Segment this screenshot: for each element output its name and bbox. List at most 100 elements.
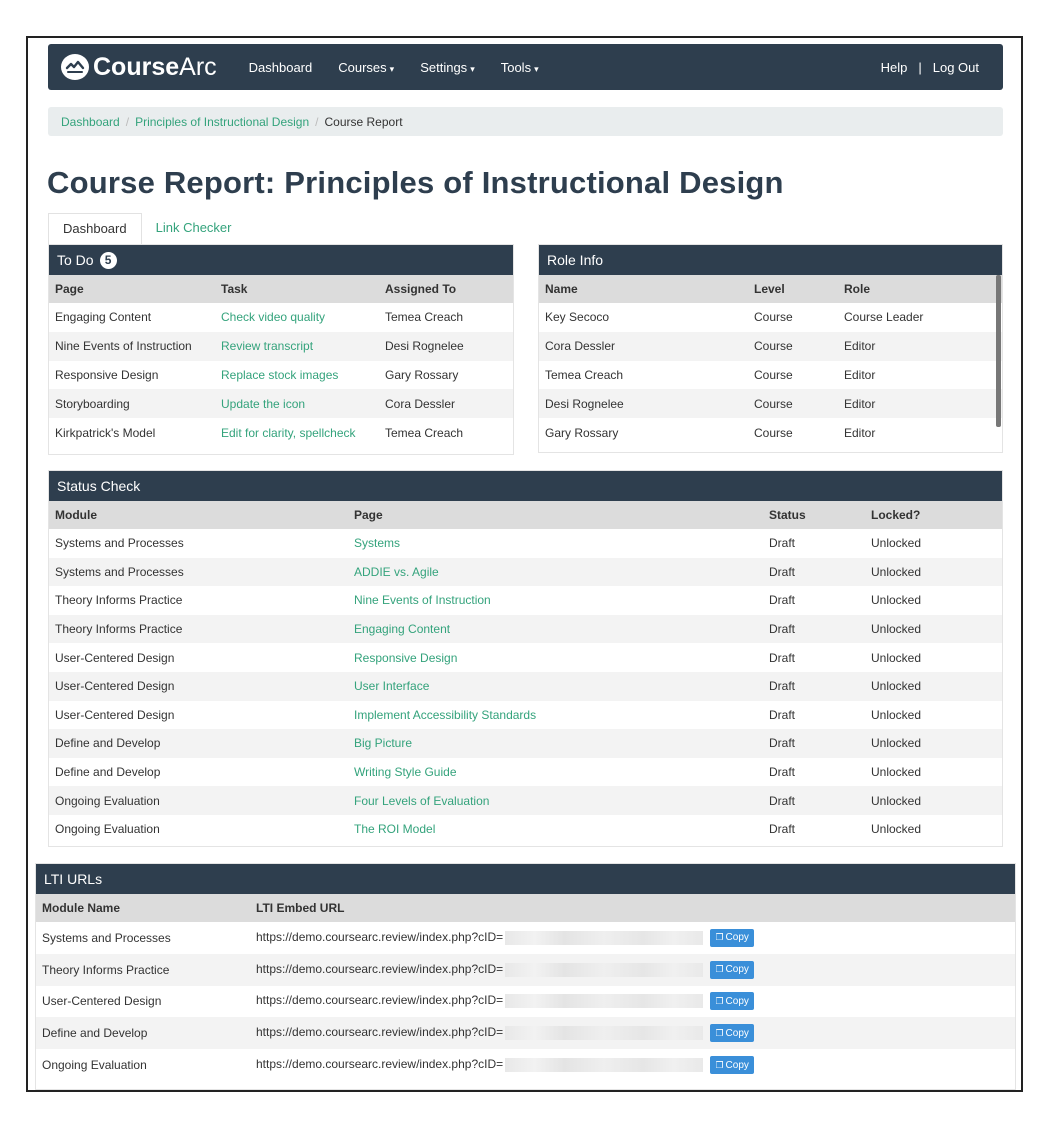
table-row: Theory Informs Practice https://demo.cou…	[36, 953, 1015, 986]
lti-url-cell: https://demo.coursearc.review/index.php?…	[250, 986, 1015, 1018]
copy-button[interactable]: ❐ Copy	[710, 1024, 754, 1043]
status-locked: Unlocked	[871, 593, 922, 608]
column-header: Module Name	[36, 894, 250, 922]
status-locked: Unlocked	[865, 671, 1002, 701]
breadcrumb-dashboard[interactable]: Dashboard	[61, 115, 120, 129]
status-page-link[interactable]: Responsive Design	[348, 643, 763, 672]
clipboard-icon: ❐	[715, 964, 724, 975]
breadcrumb-course[interactable]: Principles of Instructional Design	[135, 115, 309, 129]
todo-page: Storyboarding	[49, 389, 215, 419]
nav-courses-dropdown[interactable]: Courses ▾	[338, 60, 394, 75]
todo-task-link[interactable]: Replace stock images	[215, 361, 379, 390]
status-value: Draft	[769, 650, 796, 665]
lti-url-cell: https://demo.coursearc.review/index.php?…	[250, 953, 1015, 986]
top-navbar: CourseArc Dashboard Courses ▾ Settings ▾ T…	[48, 44, 1003, 90]
copy-button[interactable]: ❐ Copy	[710, 992, 754, 1011]
caret-down-icon: ▾	[470, 63, 475, 74]
status-page-link[interactable]: ADDIE vs. Agile	[348, 557, 763, 587]
status-module: Ongoing Evaluation	[55, 822, 160, 837]
lti-url: https://demo.coursearc.review/index.php?…	[256, 1025, 504, 1040]
status-check-title: Status Check	[57, 478, 141, 494]
table-row: Ongoing Evaluation Four Levels of Evalua…	[49, 786, 1002, 815]
column-header: Level	[748, 275, 838, 303]
status-page-link[interactable]: Systems	[348, 529, 763, 558]
status-locked: Unlocked	[865, 729, 1002, 758]
role-info-panel: Role Info Name Level Role Key Secoco Cou…	[538, 244, 1003, 453]
redacted-id	[505, 1058, 704, 1073]
lti-url: https://demo.coursearc.review/index.php?…	[256, 961, 504, 976]
table-row: Systems and Processes https://demo.cours…	[36, 922, 1015, 954]
table-row: Theory Informs Practice Engaging Content…	[49, 614, 1002, 644]
nav-right: Help | Log Out	[881, 60, 979, 75]
caret-down-icon: ▾	[534, 63, 539, 74]
nav-tools-dropdown[interactable]: Tools ▾	[501, 60, 539, 75]
table-row: Define and Develop Big Picture Draft Unl…	[49, 729, 1002, 758]
status-page-link[interactable]: Writing Style Guide	[348, 758, 763, 787]
todo-task-link[interactable]: Check video quality	[215, 303, 379, 332]
role-role: Editor	[838, 331, 1002, 361]
lti-module-name: Ongoing Evaluation	[42, 1058, 147, 1073]
lti-module-name: Theory Informs Practice	[36, 953, 250, 986]
nav-label: Dashboard	[248, 59, 313, 75]
copy-button[interactable]: ❐ Copy	[710, 960, 754, 979]
clipboard-icon: ❐	[715, 1059, 724, 1070]
help-link[interactable]: Help	[881, 60, 908, 75]
table-row: Key Secoco Course Course Leader	[539, 303, 1002, 332]
role-info-scrollbar[interactable]	[996, 275, 1001, 427]
role-name: Cora Dessler	[539, 331, 748, 361]
status-page-link[interactable]: Implement Accessibility Standards	[348, 701, 763, 730]
todo-task-link[interactable]: Update the icon	[215, 389, 379, 419]
role-name: Key Secoco	[545, 310, 610, 325]
copy-button[interactable]: ❐ Copy	[710, 928, 754, 947]
caret-down-icon: ▾	[389, 63, 395, 74]
copy-button[interactable]: ❐ Copy	[710, 1056, 754, 1075]
logout-link[interactable]: Log Out	[933, 60, 979, 75]
table-row: Systems and Processes ADDIE vs. Agile Dr…	[49, 557, 1002, 587]
table-row: User-Centered Design https://demo.course…	[36, 986, 1015, 1018]
status-value: Draft	[763, 729, 865, 758]
status-locked: Unlocked	[871, 707, 922, 722]
status-page-link[interactable]: Engaging Content	[348, 614, 763, 644]
lti-url: https://demo.coursearc.review/index.php?…	[256, 1057, 504, 1072]
tab-link-checker[interactable]: Link Checker	[142, 213, 246, 246]
clipboard-icon: ❐	[715, 1027, 724, 1038]
status-module: Ongoing Evaluation	[49, 786, 348, 815]
table-row: Systems and Processes Systems Draft Unlo…	[49, 529, 1002, 558]
breadcrumb-separator: /	[125, 114, 130, 129]
nav-label: Settings	[420, 59, 468, 75]
status-page-link[interactable]: Nine Events of Instruction	[348, 586, 763, 615]
todo-assignee: Temea Creach	[385, 310, 464, 325]
column-header: Status	[763, 501, 865, 529]
status-locked: Unlocked	[865, 614, 1002, 644]
role-name: Temea Creach	[545, 367, 624, 382]
nav-dashboard[interactable]: Dashboard	[249, 60, 313, 75]
column-header: Locked?	[865, 501, 1002, 529]
table-row: Theory Informs Practice Nine Events of I…	[49, 586, 1002, 615]
status-locked: Unlocked	[865, 786, 1002, 815]
status-page-link[interactable]: Four Levels of Evaluation	[348, 786, 763, 815]
role-level: Course	[748, 331, 838, 361]
coursearc-logo[interactable]: CourseArc	[61, 54, 217, 80]
todo-page: Kirkpatrick's Model	[55, 425, 156, 440]
table-row: Kirkpatrick's Model Edit for clarity, sp…	[49, 418, 513, 447]
todo-assignee: Temea Creach	[385, 425, 464, 440]
nav-settings-dropdown[interactable]: Settings ▾	[420, 60, 475, 75]
todo-task-link[interactable]: Edit for clarity, spellcheck	[215, 418, 379, 447]
todo-task-link[interactable]: Review transcript	[215, 331, 379, 361]
report-tabs: Dashboard Link Checker	[48, 213, 245, 246]
tab-dashboard[interactable]: Dashboard	[48, 213, 142, 246]
nav-label: Tools	[500, 59, 532, 75]
todo-assignee: Cora Dessler	[379, 389, 513, 419]
status-locked: Unlocked	[871, 650, 922, 665]
copy-label: Copy	[725, 1059, 749, 1071]
status-page-link[interactable]: User Interface	[348, 671, 763, 701]
lti-module-name: Systems and Processes	[42, 930, 171, 945]
status-page-link[interactable]: The ROI Model	[348, 815, 763, 844]
role-level: Course	[754, 425, 793, 440]
todo-count-badge: 5	[99, 251, 117, 269]
todo-assignee: Gary Rossary	[385, 367, 459, 382]
nav-separator: |	[918, 59, 922, 75]
status-page-link[interactable]: Big Picture	[348, 729, 763, 758]
role-level: Course	[754, 310, 793, 325]
role-role: Editor	[838, 389, 1002, 419]
